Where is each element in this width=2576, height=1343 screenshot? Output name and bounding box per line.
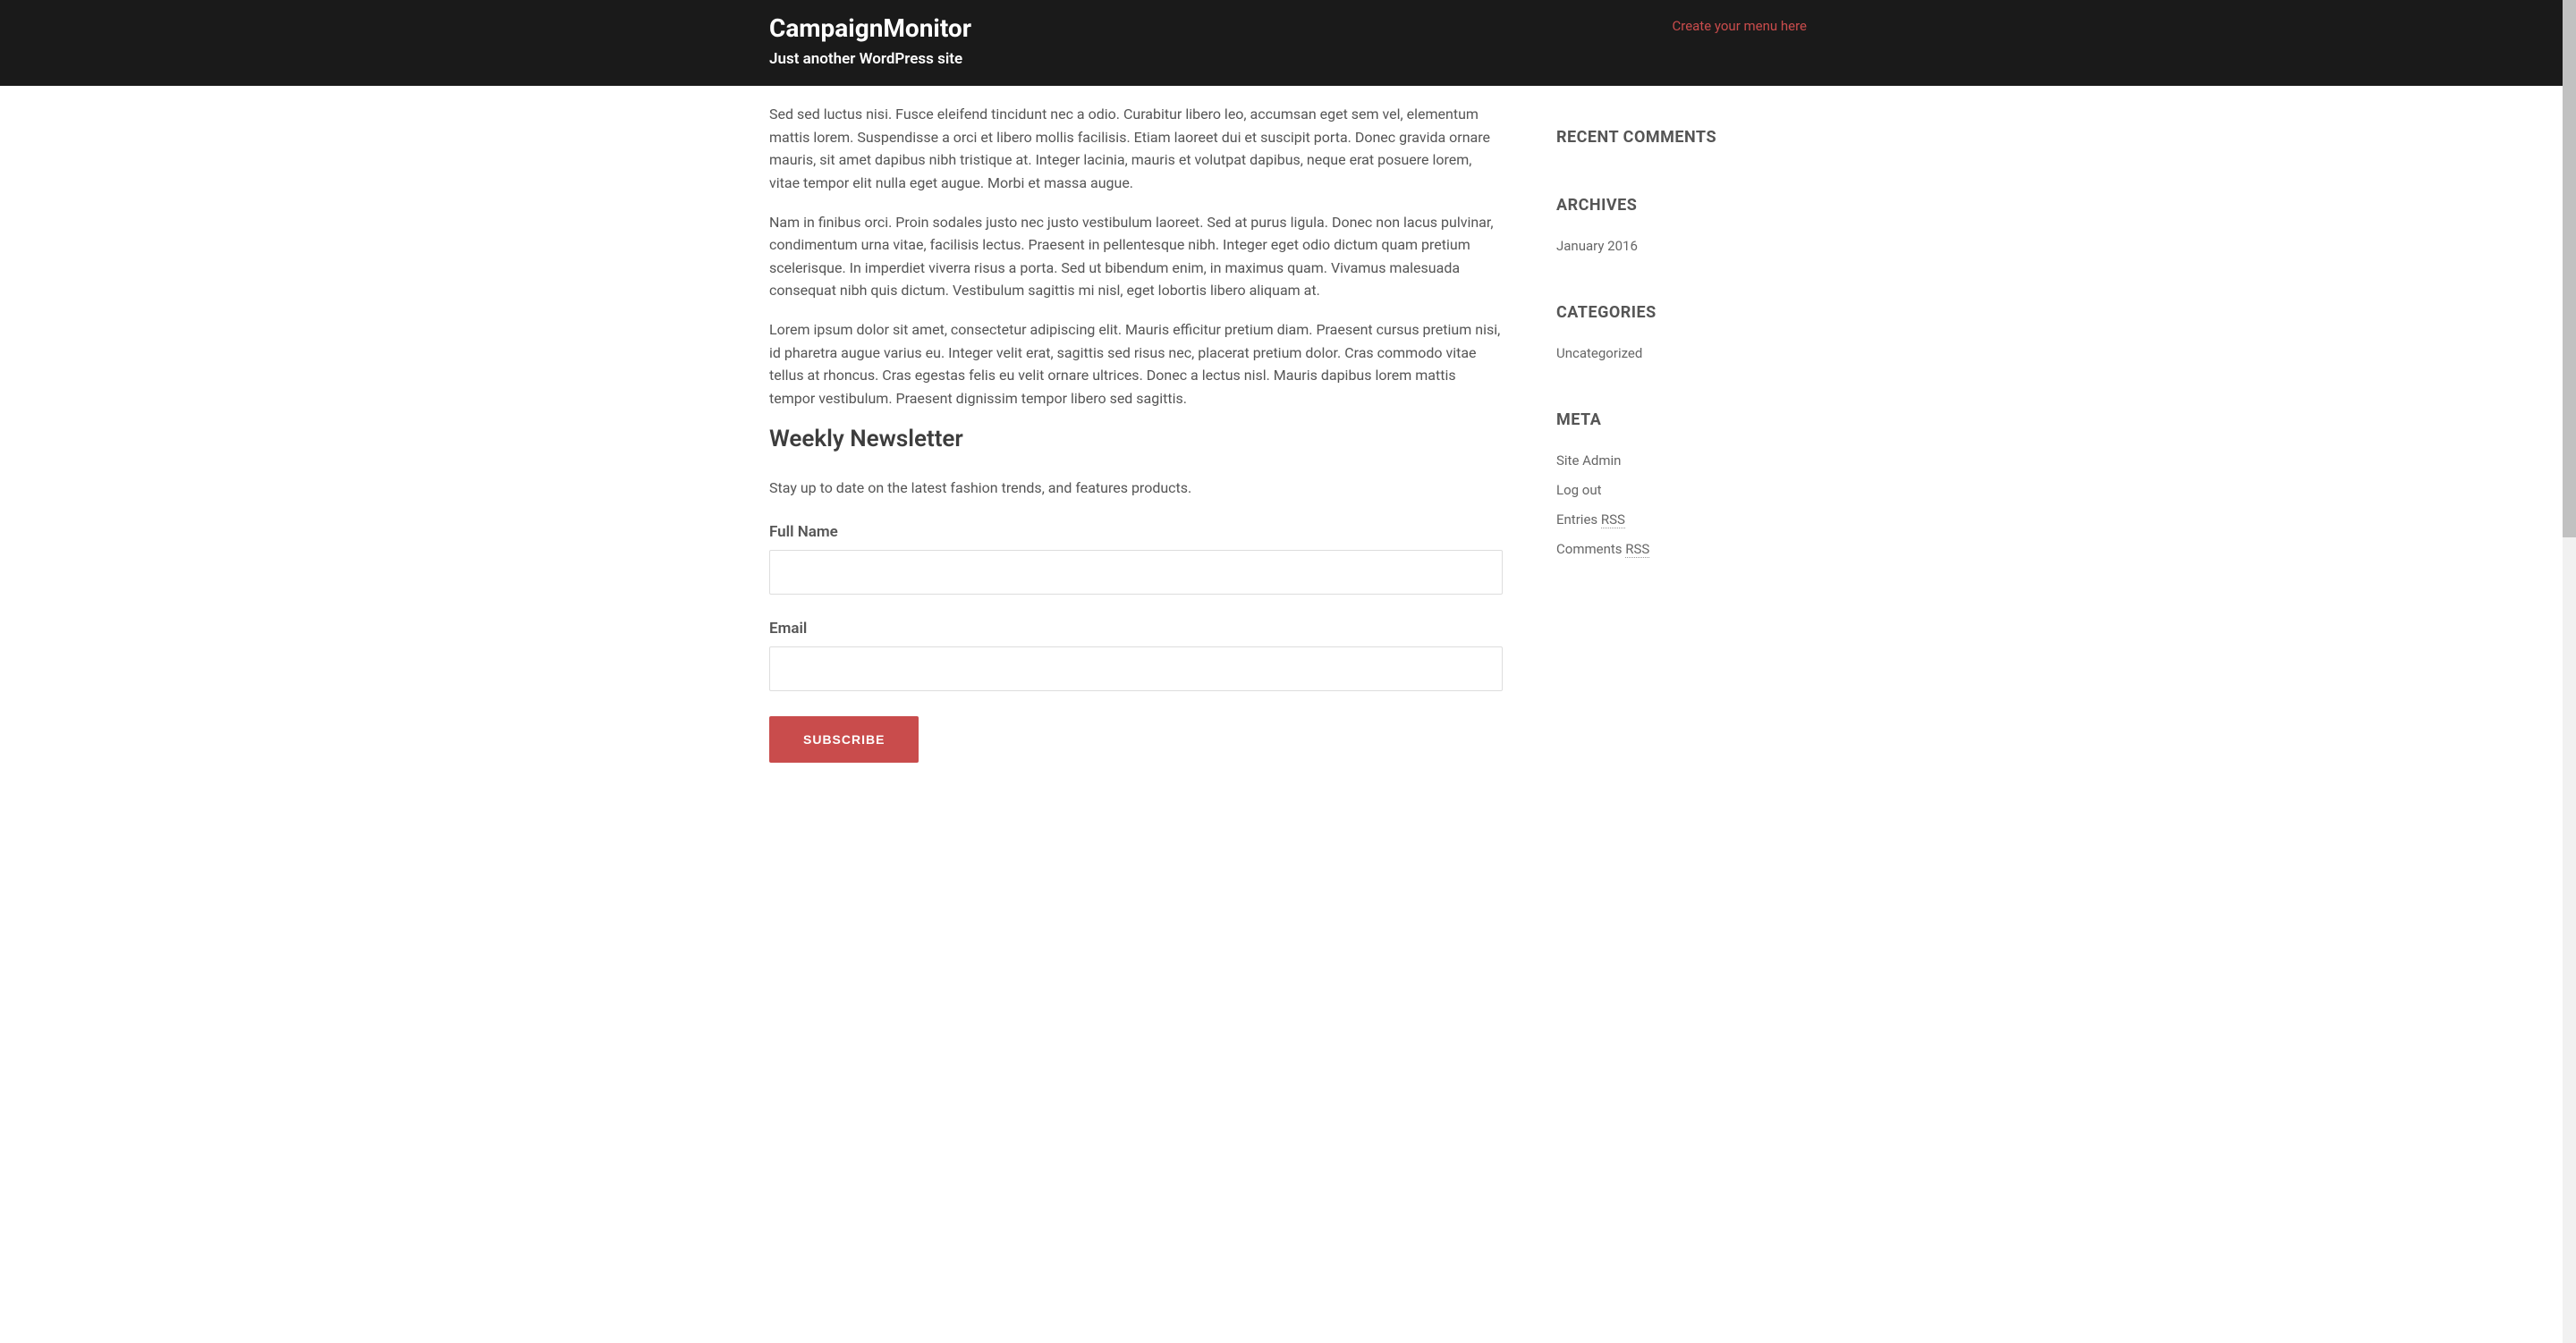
- comments-rss-link[interactable]: Comments RSS: [1556, 541, 1649, 558]
- widget-title: CATEGORIES: [1556, 303, 1807, 322]
- widget-title: RECENT COMMENTS: [1556, 128, 1807, 147]
- newsletter-description: Stay up to date on the latest fashion tr…: [769, 479, 1503, 496]
- rss-abbr: RSS: [1625, 541, 1649, 558]
- fullname-input[interactable]: [769, 550, 1503, 595]
- site-title[interactable]: CampaignMonitor: [769, 13, 1807, 43]
- site-tagline: Just another WordPress site: [769, 50, 1807, 68]
- site-header: CampaignMonitor Just another WordPress s…: [0, 0, 2576, 86]
- logout-link[interactable]: Log out: [1556, 482, 1602, 498]
- categories-widget: CATEGORIES Uncategorized: [1556, 303, 1807, 361]
- sidebar: Example Bar Sign-Up Form Example Embedde…: [1556, 86, 1807, 763]
- meta-widget: META Site Admin Log out Entries RSS Comm…: [1556, 410, 1807, 557]
- scrollbar-thumb[interactable]: [2563, 0, 2576, 537]
- subscribe-button[interactable]: SUBSCRIBE: [769, 716, 919, 763]
- list-item: Entries RSS: [1556, 511, 1807, 528]
- entries-rss-link[interactable]: Entries RSS: [1556, 511, 1625, 528]
- archives-widget: ARCHIVES January 2016: [1556, 196, 1807, 254]
- list-item: Uncategorized: [1556, 344, 1807, 361]
- list-item: Site Admin: [1556, 452, 1807, 469]
- article-paragraph: Sed sed luctus nisi. Fusce eleifend tinc…: [769, 103, 1503, 194]
- category-link[interactable]: Uncategorized: [1556, 345, 1642, 361]
- list-item: January 2016: [1556, 237, 1807, 254]
- article-body: Etiam venenatis risus eu nulla malesuada…: [769, 41, 1503, 410]
- recent-comments-widget: RECENT COMMENTS: [1556, 128, 1807, 147]
- article-paragraph: Nam in finibus orci. Proin sodales justo…: [769, 211, 1503, 302]
- newsletter-heading: Weekly Newsletter: [769, 426, 1503, 452]
- widget-title: ARCHIVES: [1556, 196, 1807, 215]
- scrollbar-track[interactable]: [2563, 0, 2576, 1343]
- widget-title: META: [1556, 410, 1807, 429]
- rss-abbr: RSS: [1601, 511, 1625, 528]
- email-label: Email: [769, 620, 1503, 638]
- main-content: Etiam venenatis risus eu nulla malesuada…: [769, 86, 1503, 763]
- article-paragraph: Lorem ipsum dolor sit amet, consectetur …: [769, 318, 1503, 410]
- archive-link[interactable]: January 2016: [1556, 238, 1638, 254]
- fullname-label: Full Name: [769, 523, 1503, 541]
- list-item: Log out: [1556, 481, 1807, 498]
- email-input[interactable]: [769, 646, 1503, 691]
- site-admin-link[interactable]: Site Admin: [1556, 452, 1621, 469]
- create-menu-link[interactable]: Create your menu here: [1672, 18, 1807, 34]
- list-item: Comments RSS: [1556, 540, 1807, 557]
